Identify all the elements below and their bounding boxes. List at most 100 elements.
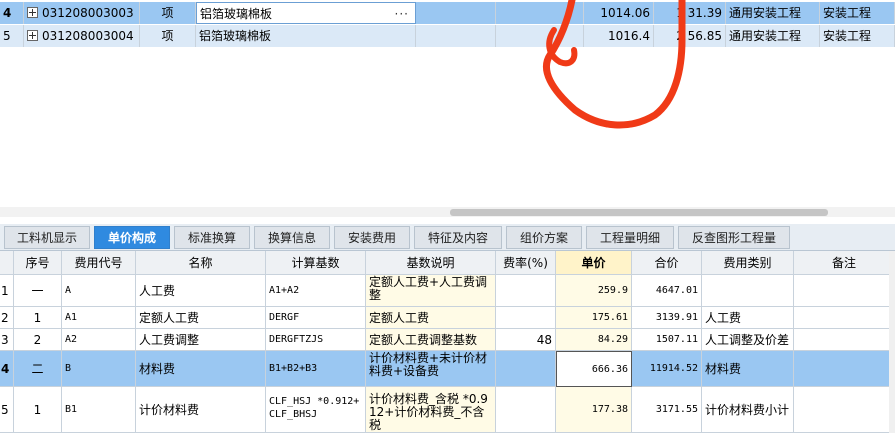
horizontal-scrollbar[interactable]	[0, 207, 895, 217]
base-desc-cell[interactable]: 定额人工费+人工费调整	[366, 275, 496, 307]
header-rate[interactable]: 费率(%)	[496, 251, 556, 275]
header-seq[interactable]: 序号	[14, 251, 62, 275]
base-desc-cell[interactable]: 计价材料费+未计价材料费+设备费	[366, 351, 496, 387]
calc-base-cell[interactable]: B1+B2+B3	[266, 351, 366, 387]
table-row[interactable]: 5 1 B1 计价材料费 CLF_HSJ *0.912+CLF_BHSJ 计价材…	[0, 387, 895, 433]
tab-labor-material-machine[interactable]: 工料机显示	[4, 226, 90, 249]
seq-cell[interactable]: 2	[14, 329, 62, 351]
total-cell[interactable]: 3139.91	[632, 307, 702, 329]
base-desc-cell[interactable]: 计价材料费_含税 *0.912+计价材料费_不含税	[366, 387, 496, 433]
tab-quantity-detail[interactable]: 工程量明细	[586, 226, 674, 249]
unit-price-cell[interactable]: 84.29	[556, 329, 632, 351]
rate-cell[interactable]	[496, 275, 556, 307]
item-name: 铝箔玻璃棉板	[200, 7, 273, 21]
category-cell[interactable]: 安装工程	[820, 2, 895, 24]
detail-tab-bar: 工料机显示 单价构成 标准换算 换算信息 安装费用 特征及内容 组价方案 工程量…	[0, 224, 895, 251]
row-number: 3	[0, 329, 14, 351]
header-note[interactable]: 备注	[794, 251, 895, 275]
unit-price-cell[interactable]: 177.38	[556, 387, 632, 433]
total-cell[interactable]: 4647.01	[632, 275, 702, 307]
name-cell[interactable]: 材料费	[136, 351, 266, 387]
unit-price-cell-active[interactable]: 666.36	[556, 351, 632, 387]
top-table-row[interactable]: 4 031208003003 项 铝箔玻璃棉板 ··· 1014.06 1 31…	[0, 2, 895, 24]
tab-pricing-scheme[interactable]: 组价方案	[506, 226, 582, 249]
table-row[interactable]: 1 一 A 人工费 A1+A2 定额人工费+人工费调整 259.9 4647.0…	[0, 275, 895, 307]
tab-installation-fee[interactable]: 安装费用	[334, 226, 410, 249]
unit-price-cell[interactable]: 259.9	[556, 275, 632, 307]
scrollbar-thumb[interactable]	[450, 209, 828, 216]
item-code: 031208003004	[42, 29, 134, 43]
specialty-cell[interactable]: 通用安装工程	[726, 25, 820, 47]
header-fee-code[interactable]: 费用代号	[62, 251, 136, 275]
name-cell[interactable]: 铝箔玻璃棉板	[196, 25, 416, 47]
red-annotation-stroke	[542, 0, 686, 129]
vertical-scrollbar[interactable]	[889, 251, 895, 433]
seq-cell[interactable]: 1	[14, 387, 62, 433]
fee-category-cell[interactable]	[702, 275, 794, 307]
more-options-icon[interactable]: ···	[395, 3, 409, 23]
empty-cell[interactable]	[416, 25, 496, 47]
code-cell[interactable]: 031208003003	[24, 2, 140, 24]
note-cell[interactable]	[794, 329, 895, 351]
tab-reverse-graphic-quantity[interactable]: 反查图形工程量	[678, 226, 790, 249]
specialty-cell[interactable]: 通用安装工程	[726, 2, 820, 24]
fee-code-cell[interactable]: A	[62, 275, 136, 307]
fee-code-cell[interactable]: B	[62, 351, 136, 387]
fee-category-cell[interactable]: 计价材料费小计	[702, 387, 794, 433]
calc-base-cell[interactable]: DERGF	[266, 307, 366, 329]
header-calc-base[interactable]: 计算基数	[266, 251, 366, 275]
header-name[interactable]: 名称	[136, 251, 266, 275]
rate-cell[interactable]	[496, 351, 556, 387]
fee-category-cell[interactable]: 人工费	[702, 307, 794, 329]
unit-cell[interactable]: 项	[140, 25, 196, 47]
fee-code-cell[interactable]: B1	[62, 387, 136, 433]
tab-unit-price-composition[interactable]: 单价构成	[94, 226, 170, 249]
table-row-selected[interactable]: 4 二 B 材料费 B1+B2+B3 计价材料费+未计价材料费+设备费 666.…	[0, 351, 895, 387]
expand-plus-icon[interactable]	[27, 30, 38, 41]
header-unit-price[interactable]: 单价	[556, 251, 632, 275]
tab-conversion-info[interactable]: 换算信息	[254, 226, 330, 249]
unit-price-cell[interactable]: 175.61	[556, 307, 632, 329]
empty-cell[interactable]	[416, 2, 496, 24]
name-cell[interactable]: 定额人工费	[136, 307, 266, 329]
header-fee-category[interactable]: 费用类别	[702, 251, 794, 275]
rate-cell[interactable]: 48	[496, 329, 556, 351]
unit-cell[interactable]: 项	[140, 2, 196, 24]
name-cell[interactable]: 人工费	[136, 275, 266, 307]
top-table-row[interactable]: 5 031208003004 项 铝箔玻璃棉板 1016.4 2 56.85 通…	[0, 25, 895, 47]
note-cell[interactable]	[794, 307, 895, 329]
tab-standard-conversion[interactable]: 标准换算	[174, 226, 250, 249]
calc-base-cell[interactable]: CLF_HSJ *0.912+CLF_BHSJ	[266, 387, 366, 433]
total-cell[interactable]: 11914.52	[632, 351, 702, 387]
header-base-desc[interactable]: 基数说明	[366, 251, 496, 275]
category-cell[interactable]: 安装工程	[820, 25, 895, 47]
seq-cell[interactable]: 1	[14, 307, 62, 329]
fee-category-cell[interactable]: 材料费	[702, 351, 794, 387]
fee-code-cell[interactable]: A1	[62, 307, 136, 329]
name-cell[interactable]: 人工费调整	[136, 329, 266, 351]
table-row[interactable]: 3 2 A2 人工费调整 DERGFTZJS 定额人工费调整基数 48 84.2…	[0, 329, 895, 351]
base-desc-cell[interactable]: 定额人工费调整基数	[366, 329, 496, 351]
fee-code-cell[interactable]: A2	[62, 329, 136, 351]
rate-cell[interactable]	[496, 307, 556, 329]
header-total[interactable]: 合价	[632, 251, 702, 275]
top-grid: 4 031208003003 项 铝箔玻璃棉板 ··· 1014.06 1 31…	[0, 0, 895, 50]
name-cell[interactable]: 计价材料费	[136, 387, 266, 433]
total-cell[interactable]: 3171.55	[632, 387, 702, 433]
expand-plus-icon[interactable]	[27, 7, 38, 18]
name-cell-editing[interactable]: 铝箔玻璃棉板 ···	[196, 2, 416, 24]
note-cell[interactable]	[794, 387, 895, 433]
tab-features-content[interactable]: 特征及内容	[414, 226, 502, 249]
fee-category-cell[interactable]: 人工调整及价差	[702, 329, 794, 351]
table-row[interactable]: 2 1 A1 定额人工费 DERGF 定额人工费 175.61 3139.91 …	[0, 307, 895, 329]
seq-cell[interactable]: 一	[14, 275, 62, 307]
calc-base-cell[interactable]: A1+A2	[266, 275, 366, 307]
note-cell[interactable]	[794, 351, 895, 387]
calc-base-cell[interactable]: DERGFTZJS	[266, 329, 366, 351]
seq-cell[interactable]: 二	[14, 351, 62, 387]
code-cell[interactable]: 031208003004	[24, 25, 140, 47]
total-cell[interactable]: 1507.11	[632, 329, 702, 351]
base-desc-cell[interactable]: 定额人工费	[366, 307, 496, 329]
note-cell[interactable]	[794, 275, 895, 307]
rate-cell[interactable]	[496, 387, 556, 433]
